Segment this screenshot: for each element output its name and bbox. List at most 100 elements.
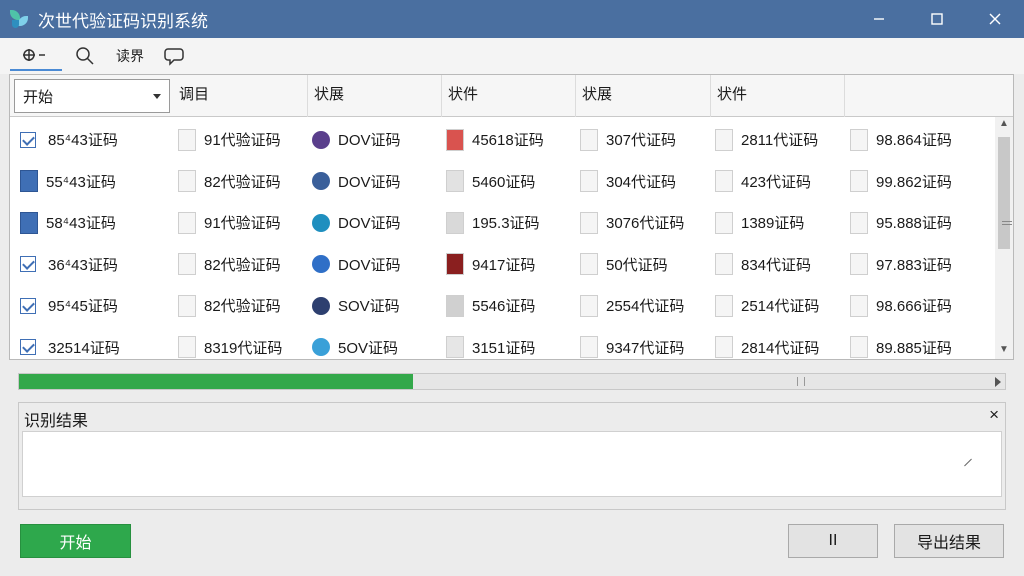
maximize-button[interactable] [908, 0, 966, 38]
table-cell: 8319代证码 [178, 327, 308, 360]
cell-text: 99.862证码 [876, 173, 952, 191]
column-header[interactable]: 状展 [576, 75, 711, 117]
cell-text: 2811代证码 [741, 132, 819, 149]
cell-text: DOV证码 [338, 132, 401, 149]
chevron-down-icon [153, 94, 161, 99]
column-header[interactable]: 状件 [711, 75, 845, 117]
captcha-thumbnail [715, 336, 733, 358]
app-logo-icon [8, 8, 30, 30]
cell-text: 45618证码 [472, 132, 544, 149]
table-cell: 98.864证码 [850, 119, 990, 160]
cell-text: 5OV证码 [338, 339, 399, 357]
table-cell: 98.666证码 [850, 285, 990, 326]
captcha-thumbnail [178, 128, 196, 151]
progress-bar[interactable] [18, 373, 1006, 390]
table-cell: 97.883证码 [850, 244, 990, 285]
cell-text: 2554代证码 [606, 298, 685, 315]
document-icon[interactable] [20, 211, 38, 234]
column-header[interactable] [845, 75, 1013, 117]
pause-button[interactable]: II [788, 524, 878, 558]
result-textarea[interactable] [22, 431, 1002, 497]
scrollbar-thumb[interactable] [998, 137, 1012, 249]
captcha-thumbnail [178, 253, 196, 275]
search-button[interactable] [68, 41, 102, 71]
captcha-thumbnail [178, 211, 196, 234]
toolbar-read-button[interactable]: 读界 [108, 41, 152, 71]
table-cell: 834代证码 [715, 244, 845, 285]
captcha-type-icon [312, 130, 330, 149]
document-icon[interactable] [20, 170, 38, 192]
captcha-thumbnail [580, 294, 598, 317]
table-cell: 85⁴43证码 [20, 119, 170, 160]
result-title: 识别结果 [24, 413, 89, 430]
table-cell: 32514证码 [20, 327, 170, 360]
minimize-button[interactable] [850, 0, 908, 38]
cell-text: 82代验证码 [204, 256, 281, 274]
cell-text: 3151证码 [472, 339, 536, 357]
resize-grip-icon[interactable] [964, 458, 972, 467]
export-results-button[interactable]: 导出结果 [894, 524, 1004, 558]
captcha-thumbnail [850, 128, 868, 151]
cell-text: 423代证码 [741, 173, 812, 191]
close-button[interactable] [966, 0, 1024, 38]
table-cell: 58⁴43证码 [20, 202, 170, 243]
table-row[interactable]: 55⁴43证码 82代验证码 DOV证码 5460证码 304代证码 423代证码 99.8… [10, 161, 995, 202]
row-checkbox[interactable] [20, 131, 36, 148]
captcha-thumbnail [850, 336, 868, 358]
captcha-thumbnail [715, 294, 733, 317]
cell-text: 98.864证码 [876, 132, 952, 149]
chat-button[interactable] [158, 41, 192, 71]
row-checkbox[interactable] [20, 256, 36, 272]
table-row[interactable]: 36⁴43证码 82代验证码 DOV证码 9417证码 50代证码 834代证码 97.88… [10, 244, 995, 285]
table-cell: 5546证码 [446, 285, 576, 326]
table-cell: 36⁴43证码 [20, 244, 170, 285]
captcha-thumbnail [715, 170, 733, 192]
cell-text: 834代证码 [741, 256, 812, 274]
close-icon[interactable]: × [989, 405, 999, 425]
captcha-thumbnail [850, 211, 868, 234]
scroll-up-icon[interactable]: ▲ [999, 119, 1009, 129]
table-cell: 195.3证码 [446, 202, 576, 243]
table-row[interactable]: 95⁴45证码 82代验证码 SOV证码 5546证码 2554代证码 2514代证码 98… [10, 285, 995, 326]
column-header[interactable]: 调目 [173, 75, 308, 117]
cell-text: 91代验证码 [204, 132, 281, 149]
table-cell: DOV证码 [312, 244, 442, 285]
captcha-thumbnail [580, 253, 598, 275]
column-filter-dropdown[interactable]: 开始 [14, 79, 170, 113]
captcha-thumbnail [178, 170, 196, 192]
vertical-scrollbar[interactable]: ▲ ▼ [995, 117, 1013, 359]
cell-text: 58⁴43证码 [46, 215, 116, 232]
table-row[interactable]: 58⁴43证码 91代验证码 DOV证码 195.3证码 3076代证码 1389证码 95… [10, 202, 995, 243]
cell-text: 55⁴43证码 [46, 173, 116, 191]
add-captcha-button[interactable] [10, 41, 62, 71]
column-header[interactable]: 状件 [442, 75, 576, 117]
scroll-down-icon[interactable]: ▼ [999, 345, 1009, 355]
table-cell: 1389证码 [715, 202, 845, 243]
captcha-thumbnail [446, 336, 464, 358]
table-row[interactable]: 32514证码 8319代证码 5OV证码 3151证码 9347代证码 2814代证码 8… [10, 327, 995, 360]
scroll-grip-icon[interactable] [797, 377, 805, 386]
cell-text: 1389证码 [741, 215, 805, 232]
table-cell: 55⁴43证码 [20, 161, 170, 202]
start-button[interactable]: 开始 [20, 524, 131, 558]
table-cell: 3076代证码 [580, 202, 710, 243]
captcha-thumbnail [580, 128, 598, 151]
column-header[interactable]: 状展 [308, 75, 442, 117]
captcha-thumbnail [850, 253, 868, 275]
table-cell: 91代验证码 [178, 202, 308, 243]
column-header-start: 开始 [23, 89, 54, 106]
table-row[interactable]: 85⁴43证码 91代验证码 DOV证码 45618证码 307代证码 2811代证码 98… [10, 119, 995, 160]
window-title: 次世代验证码识别系统 [38, 11, 208, 31]
cell-text: 2514代证码 [741, 298, 820, 315]
table-cell: 307代证码 [580, 119, 710, 160]
table-cell: 95.888证码 [850, 202, 990, 243]
cell-text: 95⁴45证码 [48, 298, 118, 315]
row-checkbox[interactable] [20, 297, 36, 314]
cell-text: 304代证码 [606, 173, 677, 191]
row-checkbox[interactable] [20, 339, 36, 355]
result-panel: 识别结果 × [18, 402, 1006, 510]
captcha-table: 开始 调目 状展 状件 状展 状件 85⁴43证码 91代验证码 DOV证码 4561… [9, 74, 1014, 360]
table-cell: SOV证码 [312, 285, 442, 326]
scroll-right-icon[interactable] [995, 377, 1001, 387]
cell-text: 36⁴43证码 [48, 256, 118, 274]
